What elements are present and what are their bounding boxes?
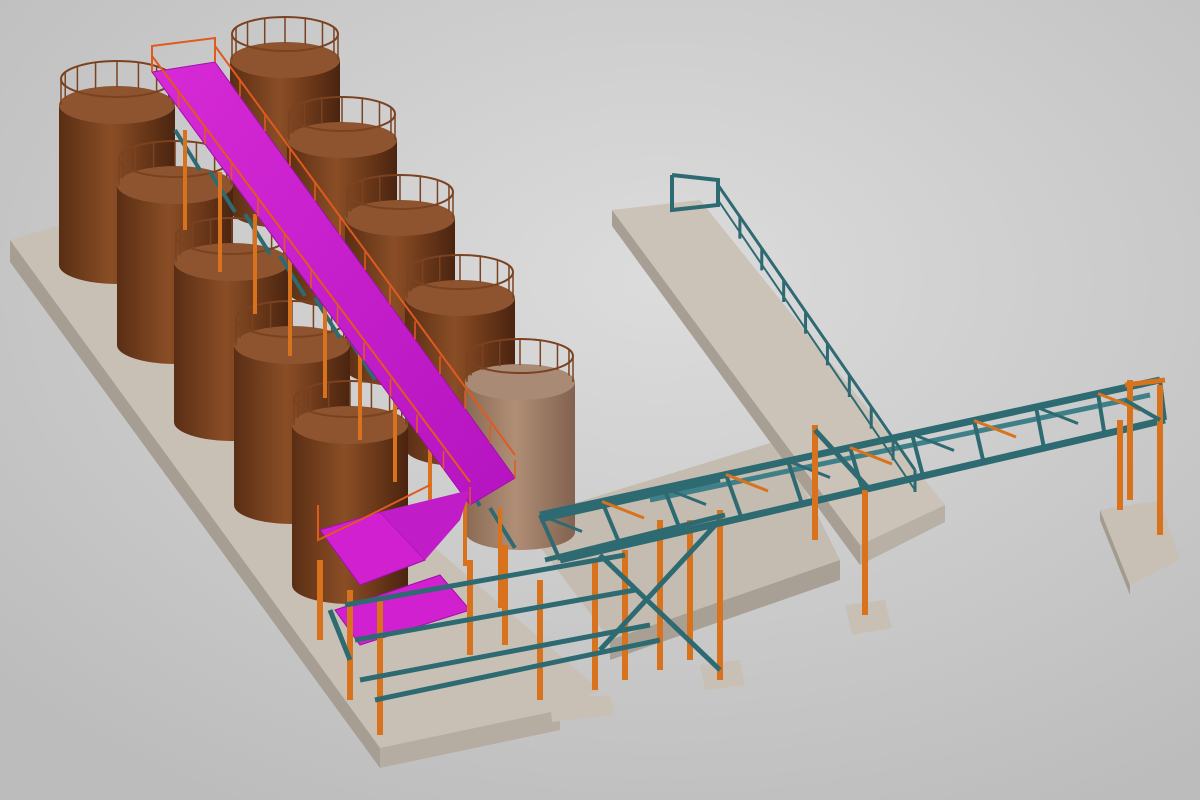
plant-3d-render: [0, 0, 1200, 800]
render-viewport: [0, 0, 1200, 800]
